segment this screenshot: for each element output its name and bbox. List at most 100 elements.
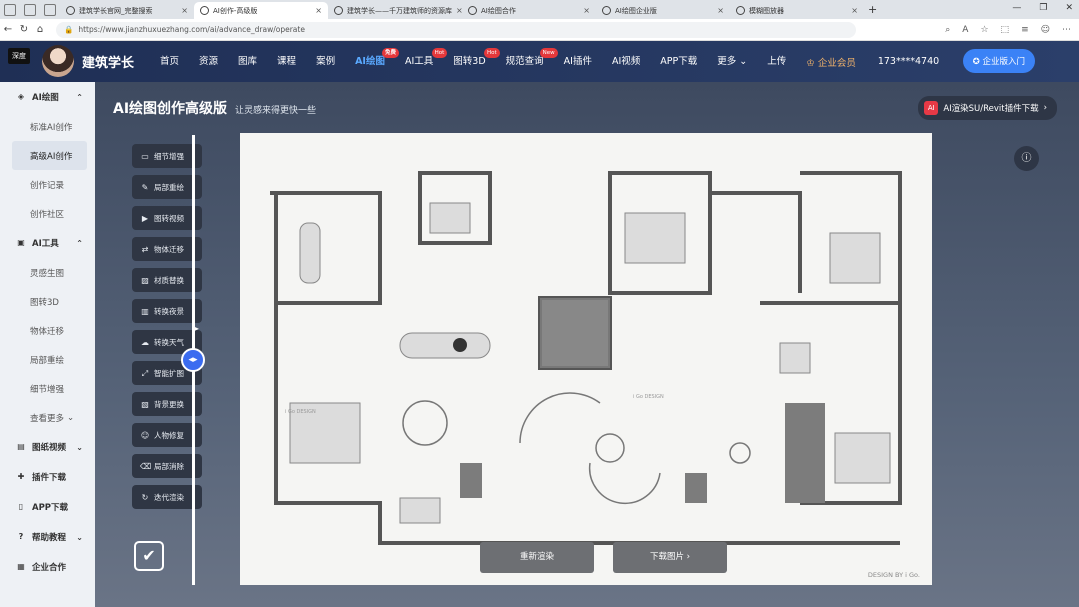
info-button[interactable]: ⓘ	[1014, 146, 1039, 171]
refresh-icon[interactable]: ↻	[16, 24, 32, 35]
browser-tab-active[interactable]: AI创作-高级版 ×	[194, 2, 328, 19]
favicon-icon	[602, 6, 611, 15]
search-icon[interactable]: ⌕	[945, 25, 950, 35]
menu-item-home[interactable]: 首页	[150, 41, 189, 82]
browser-tab[interactable]: 建筑学长——千万建筑师的资源库 ×	[328, 2, 462, 19]
sidebar-group-app[interactable]: ▯ APP下载	[0, 492, 95, 522]
menu-item-cases[interactable]: 案例	[306, 41, 345, 82]
menu-item-ai-drawing[interactable]: AI绘图 免费	[345, 41, 399, 82]
font-size-icon[interactable]: A	[962, 25, 968, 35]
main-workspace: AI绘图创作高级版 让灵感来得更快一些 AI AI渲染SU/Revit插件下载 …	[95, 82, 1079, 607]
sidebar-item-standard-ai[interactable]: 标准AI创作	[0, 112, 95, 141]
favicon-icon	[200, 6, 209, 15]
extensions-icon[interactable]: ⬚	[1001, 25, 1010, 35]
sidebar-item-object-transfer[interactable]: 物体迁移	[0, 316, 95, 345]
menu-item-resources[interactable]: 资源	[189, 41, 228, 82]
close-tab-icon[interactable]: ×	[181, 6, 188, 15]
sidebar-group-ai-tools[interactable]: ▣ AI工具 ⌃	[0, 228, 95, 258]
sidebar-group-plugin[interactable]: ✚ 插件下载	[0, 462, 95, 492]
browser-tab-bar: 建筑学长官网_完整搜索 × AI创作-高级版 × 建筑学长——千万建筑师的资源库 × …	[0, 0, 1079, 19]
sidebar-item-advanced-ai[interactable]: 高级AI创作	[12, 141, 87, 170]
menu-item-upload[interactable]: 上传	[757, 41, 796, 82]
compare-slider-handle[interactable]: ◂▸	[181, 348, 205, 372]
sidebar-group-help[interactable]: ? 帮助教程 ⌄	[0, 522, 95, 552]
favorites-icon[interactable]: ≡	[1021, 25, 1029, 35]
expand-icon: ⤢	[141, 368, 149, 378]
floor-plan-image: i Go DESIGN i Go DESIGN	[240, 133, 932, 585]
chevron-down-icon: ⌄	[67, 412, 75, 423]
sidebar-item-image-to-3d[interactable]: 图转3D	[0, 287, 95, 316]
sidebar-item-see-more[interactable]: 查看更多 ⌄	[0, 403, 95, 432]
brand-name: 建筑学长	[82, 56, 135, 71]
close-tab-icon[interactable]: ×	[717, 6, 724, 15]
logo-area[interactable]: 深度 建筑学长	[0, 41, 140, 82]
sidebar-group-video[interactable]: ▤ 图纸视频 ⌄	[0, 432, 95, 462]
tab-actions-icon[interactable]	[44, 3, 56, 16]
user-phone[interactable]: 173****4740	[878, 56, 939, 67]
close-window-icon[interactable]: ✕	[1065, 3, 1073, 13]
render-canvas[interactable]: i Go DESIGN i Go DESIGN DESIGN BY i Go.	[240, 133, 932, 585]
browser-tab[interactable]: 模糊图放器 ×	[730, 2, 864, 19]
page-header: AI绘图创作高级版 让灵感来得更快一些	[113, 98, 316, 118]
watermark: DESIGN BY i Go.	[867, 571, 920, 579]
brand-badge: 深度	[8, 48, 30, 64]
sidebar-item-inspiration[interactable]: 灵感生图	[0, 258, 95, 287]
github-icon	[736, 6, 745, 15]
browser-tab[interactable]: 建筑学长官网_完整搜索 ×	[60, 2, 194, 19]
url-field[interactable]: 🔒 https://www.jianzhuxuezhang.com/ai/adva…	[56, 21, 856, 38]
menu-item-ai-tools[interactable]: AI工具 Hot	[395, 41, 448, 82]
help-icon: ?	[18, 532, 24, 541]
menu-item-courses[interactable]: 课程	[267, 41, 306, 82]
chevron-right-icon: ›	[1043, 103, 1047, 113]
plugin-download-button[interactable]: AI AI渲染SU/Revit插件下载 ›	[918, 96, 1057, 120]
download-image-button[interactable]: 下载图片 ›	[613, 542, 727, 573]
sidebar-item-inpaint[interactable]: 局部重绘	[0, 345, 95, 374]
menu-item-app-download[interactable]: APP下载	[650, 41, 707, 82]
menu-item-gallery[interactable]: 图库	[228, 41, 267, 82]
texture-icon: ▨	[141, 275, 149, 285]
video-icon: ▤	[17, 442, 25, 451]
menu-item-image-to-3d[interactable]: 图转3D Hot	[443, 41, 500, 82]
building-icon: ▦	[17, 562, 25, 571]
confirm-check-button[interactable]: ✔	[134, 541, 164, 571]
browser-tab[interactable]: AI绘图合作 ×	[462, 2, 596, 19]
vip-link[interactable]: ♔ 企业会员	[806, 55, 856, 69]
mouse-cursor-icon: ➤	[191, 324, 200, 335]
chevron-down-icon: ⌄	[736, 56, 748, 67]
enterprise-entry-button[interactable]: ✪ 企业版入门	[962, 49, 1035, 73]
video-icon: ▶	[141, 213, 149, 223]
close-tab-icon[interactable]: ×	[315, 6, 322, 15]
favicon-icon	[334, 6, 343, 15]
sidebar-group-ai-drawing[interactable]: ◈ AI绘图 ⌃	[0, 82, 95, 112]
menu-item-ai-plugin[interactable]: AI插件	[554, 41, 602, 82]
menu-item-code-search[interactable]: 规范查询 New	[496, 41, 558, 82]
regenerate-button[interactable]: 重新渲染	[480, 542, 594, 573]
menu-item-more[interactable]: 更多 ⌄	[707, 41, 757, 82]
address-bar-row: ← ↻ ⌂ 🔒 https://www.jianzhuxuezhang.com/a…	[0, 19, 1079, 41]
phone-icon: ▯	[18, 502, 24, 511]
star-icon[interactable]: ☆	[980, 25, 988, 35]
sidebar-item-community[interactable]: 创作社区	[0, 199, 95, 228]
sidebar-item-records[interactable]: 创作记录	[0, 170, 95, 199]
minimize-icon[interactable]: —	[1012, 3, 1021, 13]
new-tab-button[interactable]: +	[868, 3, 877, 16]
home-icon[interactable]: ⌂	[32, 24, 48, 35]
browser-toolbar-icons: ⌕ A ☆ ⬚ ≡ ☺ ⋯	[945, 25, 1079, 35]
close-tab-icon[interactable]: ×	[583, 6, 590, 15]
sidebar: ◈ AI绘图 ⌃ 标准AI创作 高级AI创作 创作记录 创作社区 ▣ AI工具 ⌃ 灵感…	[0, 82, 95, 607]
sidebar-item-detail-enhance[interactable]: 细节增强	[0, 374, 95, 403]
workspaces-icon[interactable]	[24, 3, 36, 16]
profile-icon[interactable]: ☺	[1041, 25, 1050, 35]
toolbox-icon: ▣	[17, 238, 25, 247]
back-icon[interactable]: ←	[0, 24, 16, 35]
restore-icon[interactable]: ❐	[1039, 3, 1047, 13]
transfer-icon: ⇄	[141, 244, 149, 254]
window-menu-icon[interactable]	[4, 3, 16, 16]
close-tab-icon[interactable]: ×	[851, 6, 858, 15]
sidebar-group-enterprise[interactable]: ▦ 企业合作	[0, 552, 95, 582]
more-icon[interactable]: ⋯	[1062, 25, 1071, 35]
chevron-up-icon: ⌃	[76, 92, 83, 102]
menu-item-ai-video[interactable]: AI视频	[602, 41, 650, 82]
plugin-logo-icon: AI	[924, 101, 939, 115]
browser-tab[interactable]: AI绘图企业版 ×	[596, 2, 730, 19]
